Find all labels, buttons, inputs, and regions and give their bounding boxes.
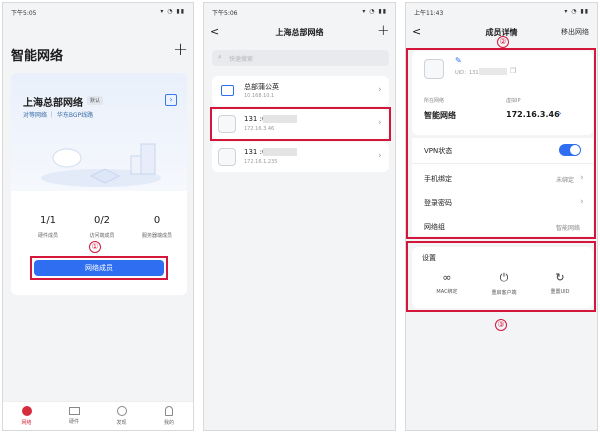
add-button[interactable]: + <box>377 21 390 39</box>
stat-access: 0/2 访问端成员 <box>77 215 127 239</box>
network-detail-button[interactable]: › <box>165 94 177 106</box>
stat-hardware: 1/1 硬件成员 <box>23 215 73 239</box>
callout-3: ③ <box>495 319 507 331</box>
stat-value: 0 <box>153 215 161 226</box>
status-time: 下午5:05 <box>11 10 37 17</box>
search-placeholder: 快速搜索 <box>229 56 254 63</box>
status-time: 上午11:43 <box>414 10 444 17</box>
search-input[interactable]: ⌕ 快速搜索 <box>212 50 389 66</box>
status-bar: 下午5:05 ▾ ◔ ▮▮ <box>11 8 185 18</box>
list-item[interactable]: 总部蒲公英 10.168.10.1 › <box>212 76 389 106</box>
compass-icon <box>116 406 127 416</box>
stat-label: 服务器端成员 <box>141 233 172 239</box>
default-badge: 默认 <box>87 96 104 105</box>
page-title: 上海总部网络 <box>275 28 324 37</box>
status-time: 下午5:06 <box>212 10 238 17</box>
chevron-right-icon: › <box>378 85 382 95</box>
network-illustration <box>41 143 161 187</box>
nav-item-mine[interactable]: 我的 <box>145 406 193 426</box>
status-icons: ▾ ◔ ▮▮ <box>564 8 589 15</box>
highlight-box-3 <box>406 241 596 312</box>
highlight-box-2 <box>406 48 596 239</box>
status-bar: 下午5:06 ▾ ◔ ▮▮ <box>212 8 387 18</box>
nav-item-hardware[interactable]: 硬件 <box>50 406 98 425</box>
phone-screen-network-members: 下午5:06 ▾ ◔ ▮▮ < 上海总部网络 + ⌕ 快速搜索 总部蒲公英 10… <box>203 2 396 431</box>
person-icon <box>165 406 173 416</box>
status-bar: 上午11:43 ▾ ◔ ▮▮ <box>414 8 589 18</box>
network-members-button[interactable]: 网络成员 <box>34 260 164 276</box>
member-stats: 1/1 硬件成员 0/2 访问端成员 0 服务器端成员 <box>23 215 183 245</box>
member-ip: 172.16.1.235 <box>244 159 278 165</box>
user-icon <box>218 148 236 166</box>
status-icons: ▾ ◔ ▮▮ <box>160 8 185 15</box>
nav-label: 我的 <box>163 420 174 426</box>
redacted-block <box>263 148 297 156</box>
add-button[interactable]: + <box>173 39 188 60</box>
phone-screen-member-detail: 上午11:43 ▾ ◔ ▮▮ < 成员详情 移出网络 ② ✎ UID：131 ❐… <box>405 2 598 431</box>
member-name: 总部蒲公英 <box>244 83 279 91</box>
stat-value: 1/1 <box>39 215 57 226</box>
network-desc: 对等网络 ｜ 华东BGP线路 <box>23 112 94 119</box>
nav-item-network[interactable]: 网络 <box>3 406 50 426</box>
highlight-box <box>210 107 391 141</box>
callout-2: ② <box>497 36 509 48</box>
stat-value: 0/2 <box>93 215 111 226</box>
stat-server: 0 服务器端成员 <box>131 215 183 239</box>
stat-label: 访问端成员 <box>89 233 115 239</box>
chevron-right-icon: › <box>169 95 173 104</box>
remove-from-network-button[interactable]: 移出网络 <box>561 27 589 37</box>
network-name: 上海总部网络 <box>23 98 83 109</box>
member-ip: 10.168.10.1 <box>244 93 275 99</box>
page-title: 智能网络 <box>11 49 64 64</box>
router-icon <box>221 85 234 96</box>
bottom-nav: 网络 硬件 发现 我的 <box>3 401 193 430</box>
list-item[interactable]: 131 :005 172.16.1.235 › <box>212 142 389 172</box>
nav-item-discover[interactable]: 发现 <box>98 406 145 426</box>
router-icon <box>68 407 80 415</box>
status-icons: ▾ ◔ ▮▮ <box>362 8 387 15</box>
stat-label: 硬件成员 <box>37 233 58 239</box>
callout-1: ① <box>89 241 101 253</box>
network-icon <box>21 406 32 416</box>
chevron-right-icon: › <box>378 151 382 161</box>
nav-label: 网络 <box>21 420 32 426</box>
phone-screen-network-home: 下午5:05 ▾ ◔ ▮▮ 智能网络 + 上海总部网络 默认 › 对等网络 ｜ … <box>2 2 194 431</box>
nav-label: 硬件 <box>68 419 79 425</box>
nav-label: 发现 <box>116 420 127 426</box>
search-icon: ⌕ <box>218 53 222 61</box>
